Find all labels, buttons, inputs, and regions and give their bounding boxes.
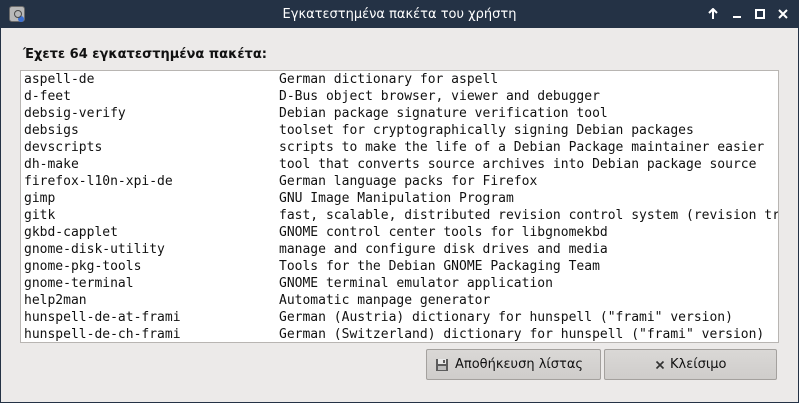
package-description: D-Bus object browser, viewer and debugge… bbox=[279, 89, 600, 104]
list-item[interactable]: hunspell-de-at-frami German (Austria) dic… bbox=[21, 309, 778, 326]
list-item[interactable]: firefox-l10n-xpi-de German language packs… bbox=[21, 173, 778, 190]
list-item[interactable]: d-feet D-Bus object browser, viewer and d… bbox=[21, 88, 778, 105]
close-x-icon bbox=[655, 360, 665, 370]
list-item[interactable]: gitk fast, scalable, distributed revision… bbox=[21, 207, 778, 224]
titlebar[interactable]: Εγκατεστημένα πακέτα του χρήστη bbox=[1, 1, 798, 28]
package-description: Automatic manpage generator bbox=[279, 293, 491, 308]
list-item[interactable]: debsig-verify Debian package signature ve… bbox=[21, 105, 778, 122]
package-name: hunspell-de-at-frami bbox=[24, 310, 181, 325]
list-item[interactable]: devscripts scripts to make the life of a … bbox=[21, 139, 778, 156]
floppy-disk-icon bbox=[436, 359, 448, 371]
package-name: gnome-disk-utility bbox=[24, 242, 165, 257]
arrow-up-icon bbox=[708, 8, 718, 19]
package-name: firefox-l10n-xpi-de bbox=[24, 174, 173, 189]
package-name: gnome-terminal bbox=[24, 276, 134, 291]
package-description: manage and configure disk drives and med… bbox=[279, 242, 608, 257]
package-count-heading: Έχετε 64 εγκατεστημένα πακέτα: bbox=[23, 47, 267, 62]
close-button[interactable]: Κλείσιμο bbox=[604, 349, 777, 380]
package-description: Tools for the Debian GNOME Packaging Tea… bbox=[279, 259, 600, 274]
list-item[interactable]: gnome-terminal GNOME terminal emulator ap… bbox=[21, 275, 778, 292]
list-item[interactable]: dh-make tool that converts source archive… bbox=[21, 156, 778, 173]
installed-packages-window: Εγκατεστημένα πακέτα του χρήστη Έχετε 64… bbox=[0, 0, 799, 403]
package-list[interactable]: aspell-de German dictionary for aspell d-… bbox=[20, 70, 779, 343]
maximize-button[interactable] bbox=[750, 5, 770, 24]
package-description: fast, scalable, distributed revision con… bbox=[279, 208, 779, 223]
list-item[interactable]: gimp GNU Image Manipulation Program bbox=[21, 190, 778, 207]
list-item[interactable]: help2man Automatic manpage generator bbox=[21, 292, 778, 309]
package-description: toolset for cryptographically signing De… bbox=[279, 123, 694, 138]
list-item[interactable]: gnome-pkg-tools Tools for the Debian GNOM… bbox=[21, 258, 778, 275]
list-item[interactable]: aspell-de German dictionary for aspell bbox=[21, 71, 778, 88]
close-label: Κλείσιμο bbox=[670, 357, 727, 372]
close-window-button[interactable] bbox=[773, 5, 793, 24]
minimize-icon bbox=[733, 16, 741, 18]
save-list-button[interactable]: Αποθήκευση λίστας bbox=[426, 349, 601, 380]
package-name: hunspell-de-ch-frami bbox=[24, 327, 181, 342]
package-description: GNOME terminal emulator application bbox=[279, 276, 553, 291]
window-title: Εγκατεστημένα πακέτα του χρήστη bbox=[282, 7, 517, 22]
package-description: scripts to make the life of a Debian Pac… bbox=[279, 140, 765, 155]
save-list-label: Αποθήκευση λίστας bbox=[455, 357, 584, 372]
package-name: debsigs bbox=[24, 123, 79, 138]
list-item[interactable]: debsigs toolset for cryptographically sig… bbox=[21, 122, 778, 139]
minimize-button[interactable] bbox=[727, 5, 747, 24]
package-name: dh-make bbox=[24, 157, 79, 172]
package-name: debsig-verify bbox=[24, 106, 126, 121]
package-description: GNOME control center tools for libgnomek… bbox=[279, 225, 608, 240]
package-description: German (Switzerland) dictionary for huns… bbox=[279, 327, 765, 342]
package-name: devscripts bbox=[24, 140, 103, 155]
package-description: tool that converts source archives into … bbox=[279, 157, 757, 172]
package-name: gitk bbox=[24, 208, 56, 223]
list-item[interactable]: gkbd-capplet GNOME control center tools f… bbox=[21, 224, 778, 241]
list-item[interactable]: hunspell-de-ch-frami German (Switzerland)… bbox=[21, 326, 778, 342]
package-name: aspell-de bbox=[24, 72, 95, 87]
package-description: German language packs for Firefox bbox=[279, 174, 538, 189]
package-description: German dictionary for aspell bbox=[279, 72, 499, 87]
package-description: Debian package signature verification to… bbox=[279, 106, 608, 121]
package-description: GNU Image Manipulation Program bbox=[279, 191, 514, 206]
keep-above-button[interactable] bbox=[703, 5, 723, 24]
package-name: d-feet bbox=[24, 89, 71, 104]
package-name: gimp bbox=[24, 191, 56, 206]
package-name: gkbd-capplet bbox=[24, 225, 118, 240]
close-icon bbox=[778, 9, 788, 19]
package-description: German (Austria) dictionary for hunspell… bbox=[279, 310, 733, 325]
package-name: help2man bbox=[24, 293, 87, 308]
list-item[interactable]: gnome-disk-utility manage and configure d… bbox=[21, 241, 778, 258]
package-name: gnome-pkg-tools bbox=[24, 259, 142, 274]
maximize-icon bbox=[755, 9, 765, 19]
